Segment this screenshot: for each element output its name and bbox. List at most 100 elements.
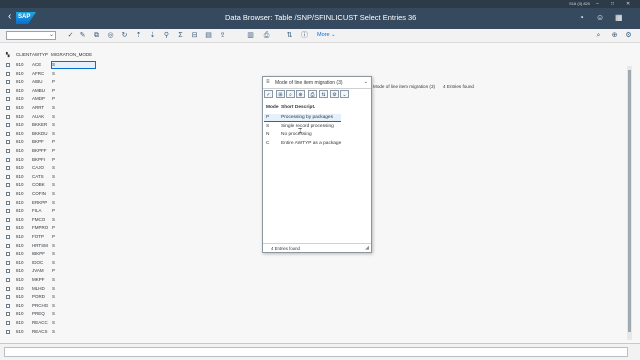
client-cell[interactable]: 810 [16,260,24,265]
client-cell[interactable]: 810 [16,225,24,230]
migration-mode-cell[interactable]: S [52,165,55,170]
migration-mode-cell[interactable]: S [52,294,55,299]
row-select-checkbox[interactable] [6,149,10,153]
table-row[interactable]: 810 REACS S [6,328,96,337]
client-cell[interactable]: 810 [16,294,24,299]
table-row[interactable]: 810 AUAK S [6,113,96,122]
command-field[interactable]: ⌄ [6,31,56,40]
filter-icon[interactable]: ⚲ [162,31,171,40]
row-select-checkbox[interactable] [6,286,10,291]
sort-icon[interactable]: ⇅ [319,90,328,98]
column-header-migration-mode[interactable]: MIGRATION_MODE [51,52,92,60]
awtyp-cell[interactable]: CAJO [32,165,44,170]
migration-mode-cell[interactable]: S [52,114,55,119]
migration-mode-cell[interactable]: S [52,182,55,187]
client-cell[interactable]: 810 [16,148,24,153]
row-select-checkbox[interactable] [6,63,10,67]
column-header-awtyp[interactable]: AWTYP [32,52,48,60]
awtyp-cell[interactable]: COBK [32,182,45,187]
find-icon[interactable]: ⊞ [276,90,285,98]
print-icon[interactable]: ⎙ [262,31,271,40]
search-icon[interactable]: ⌕ [594,31,603,40]
check-icon[interactable]: ✓ [66,31,75,40]
print-icon[interactable]: ⎙ [308,90,317,98]
table-row[interactable]: 810 COFIN S [6,190,96,199]
client-cell[interactable]: 810 [16,277,24,282]
awtyp-cell[interactable]: FOTP [32,234,44,239]
awtyp-cell[interactable]: BKKER [32,122,47,127]
row-select-checkbox[interactable] [6,157,10,162]
edit-icon[interactable]: ✎ [78,31,87,40]
column-header-client[interactable]: CLIENT [16,52,32,60]
table-row[interactable]: 810 MLHD S [6,285,96,294]
migration-mode-cell[interactable]: S [52,131,55,136]
migration-mode-cell[interactable]: S [52,71,55,76]
row-select-checkbox[interactable] [6,174,10,179]
client-cell[interactable]: 810 [16,122,24,127]
migration-mode-cell[interactable]: S [52,303,55,308]
table-row[interactable]: 810 AMDP P [6,95,96,104]
awtyp-cell[interactable]: ARRT [32,105,44,110]
client-cell[interactable]: 810 [16,79,24,84]
migration-mode-cell[interactable]: S [52,191,55,196]
row-select-checkbox[interactable] [6,321,10,325]
table-row[interactable]: 810 FILA P [6,207,96,216]
row-select-checkbox[interactable] [6,131,10,136]
awtyp-cell[interactable]: BKPFI [32,157,45,162]
migration-mode-cell[interactable]: S [52,320,55,325]
client-cell[interactable]: 810 [16,182,24,187]
awtyp-cell[interactable]: PORD [32,294,45,299]
chevron-down-icon[interactable]: ⌄ [364,79,368,85]
awtyp-cell[interactable]: MKPF [32,277,45,282]
client-cell[interactable]: 810 [16,105,24,110]
migration-mode-cell[interactable]: S [52,286,55,291]
row-select-checkbox[interactable] [6,312,10,317]
row-select-checkbox[interactable] [6,209,10,214]
list-item[interactable]: C Entire AWTYP as a package [264,140,341,148]
migration-mode-cell[interactable]: S [52,251,55,256]
help-icon[interactable]: ◔ [579,13,584,22]
sort-icon[interactable]: ⇅ [285,31,294,40]
client-cell[interactable]: 810 [16,286,24,291]
table-row[interactable]: 810 REACC S [6,319,96,328]
copy-icon[interactable]: ⧉ [92,31,101,40]
migration-mode-cell[interactable]: S [52,243,55,248]
migration-mode-cell[interactable]: P [52,79,55,84]
table-row[interactable]: 810 FMCO S [6,216,96,225]
table-row[interactable]: 810 BKPF P [6,138,96,147]
client-cell[interactable]: 810 [16,303,24,308]
awtyp-cell[interactable]: CATS [32,174,44,179]
table-row[interactable]: 810 BKKER S [6,121,96,130]
table-row[interactable]: 810 FMPRO P [6,224,96,233]
migration-mode-cell[interactable]: S [52,122,55,127]
client-cell[interactable]: 810 [16,243,24,248]
client-cell[interactable]: 810 [16,191,24,196]
table-row[interactable]: 810 PRCHG S [6,302,96,311]
search-icon[interactable]: ⌕ [286,90,295,98]
table-row[interactable]: 810 MKPF S [6,276,96,285]
table-row[interactable]: 810 ACE S [6,61,96,70]
column-header-short-description[interactable]: Short Descript. [281,105,315,110]
row-select-checkbox[interactable] [6,295,10,300]
menu-icon[interactable]: ≡ [266,79,270,85]
client-cell[interactable]: 810 [16,311,24,316]
row-select-checkbox[interactable] [6,260,10,265]
table-row[interactable]: 810 AIBU P [6,78,96,87]
awtyp-cell[interactable]: ERKPP [32,200,47,205]
column-header-mode[interactable]: Mode [266,105,279,110]
table-row[interactable]: 810 CAJO S [6,164,96,173]
back-icon[interactable]: ‹ [8,11,11,22]
client-cell[interactable]: 810 [16,62,24,67]
awtyp-cell[interactable]: IBKPF [32,251,45,256]
migration-mode-cell[interactable]: P [52,139,55,144]
row-select-checkbox[interactable] [6,217,10,222]
ascending-icon[interactable]: ⇡ [134,31,143,40]
row-select-checkbox[interactable] [6,226,10,231]
row-select-checkbox[interactable] [6,166,10,171]
migration-mode-cell[interactable]: P [52,96,55,101]
client-cell[interactable]: 810 [16,71,24,76]
close-icon[interactable]: ✕ [626,0,630,8]
client-cell[interactable]: 810 [16,157,24,162]
row-select-checkbox[interactable] [6,114,10,119]
migration-mode-cell[interactable]: S [52,200,55,205]
